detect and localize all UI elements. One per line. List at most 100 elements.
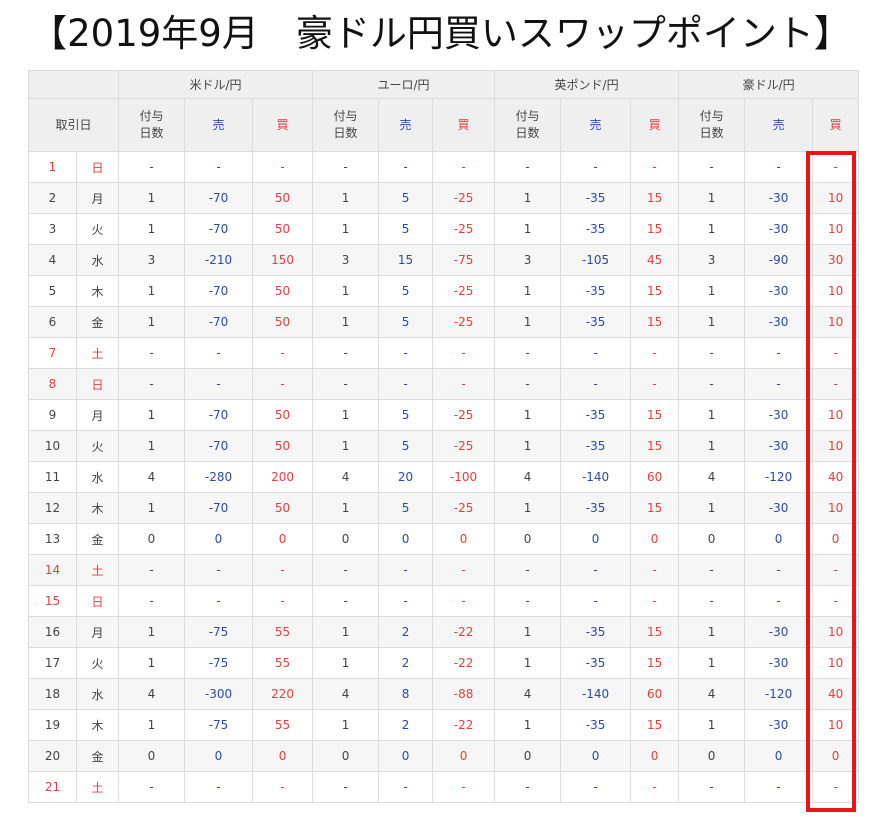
cell-eur-days: 4: [312, 678, 380, 710]
cell-gbp-buy: 15: [630, 709, 680, 741]
cell-aud-days: -: [678, 554, 746, 586]
cell-aud-days: 4: [678, 678, 746, 710]
cell-day: 11: [28, 461, 77, 493]
cell-gbp-days: 0: [494, 740, 562, 772]
cell-usd-sell: -: [184, 368, 253, 400]
cell-usd-days: -: [118, 368, 185, 400]
cell-day: 1: [28, 151, 77, 183]
cell-gbp-sell: -: [560, 585, 632, 617]
cell-gbp-days: 1: [494, 616, 562, 648]
cell-usd-buy: -: [251, 585, 314, 617]
cell-eur-sell: -: [378, 585, 434, 617]
cell-aud-sell: -30: [744, 213, 814, 245]
cell-weekday: 木: [76, 275, 119, 307]
cell-gbp-days: 4: [494, 461, 562, 493]
cell-gbp-buy: -: [630, 771, 680, 803]
cell-eur-sell: 5: [378, 399, 434, 431]
cell-eur-buy: -25: [432, 430, 496, 462]
cell-aud-sell: -30: [744, 399, 814, 431]
cell-eur-sell: 0: [378, 740, 434, 772]
cell-aud-sell: -30: [744, 709, 814, 741]
cell-usd-sell: -280: [184, 461, 253, 493]
cell-aud-buy: -: [812, 771, 860, 803]
cell-aud-sell: -120: [744, 678, 814, 710]
cell-gbp-buy: -: [630, 337, 680, 369]
cell-weekday: 日: [76, 368, 119, 400]
header-eur-buy: 買: [432, 98, 496, 152]
cell-gbp-days: 1: [494, 399, 562, 431]
cell-usd-sell: -: [184, 771, 253, 803]
cell-gbp-buy: 15: [630, 182, 680, 214]
cell-eur-buy: -25: [432, 275, 496, 307]
cell-usd-buy: 150: [251, 244, 314, 276]
cell-usd-days: 1: [118, 182, 185, 214]
cell-usd-sell: -: [184, 554, 253, 586]
cell-usd-days: 1: [118, 492, 185, 524]
cell-eur-sell: -: [378, 554, 434, 586]
cell-aud-buy: 40: [812, 461, 860, 493]
cell-aud-days: -: [678, 368, 746, 400]
cell-usd-days: 0: [118, 523, 185, 555]
cell-gbp-buy: 60: [630, 461, 680, 493]
cell-gbp-days: -: [494, 585, 562, 617]
table-row: 7土------------: [28, 337, 860, 369]
cell-usd-buy: 55: [251, 647, 314, 679]
cell-aud-buy: 10: [812, 616, 860, 648]
cell-gbp-sell: -140: [560, 461, 632, 493]
cell-eur-buy: -75: [432, 244, 496, 276]
cell-eur-days: 0: [312, 740, 380, 772]
cell-usd-sell: -210: [184, 244, 253, 276]
cell-aud-buy: 0: [812, 740, 860, 772]
cell-usd-buy: 50: [251, 399, 314, 431]
cell-day: 20: [28, 740, 77, 772]
cell-gbp-buy: 15: [630, 616, 680, 648]
header-usd-buy: 買: [251, 98, 314, 152]
cell-usd-days: 1: [118, 306, 185, 338]
cell-usd-sell: -75: [184, 647, 253, 679]
table-row: 15 日 - - - - - - - - - - - -: [28, 585, 860, 617]
cell-gbp-days: -: [494, 771, 562, 803]
cell-usd-buy: 50: [251, 430, 314, 462]
cell-gbp-buy: -: [630, 554, 680, 586]
cell-eur-buy: -22: [432, 616, 496, 648]
header-gbp-sell: 売: [560, 98, 632, 152]
cell-day: 9: [28, 399, 77, 431]
cell-eur-buy: -: [432, 585, 496, 617]
table-row: 4 水 3 -210 150 3 15 -75 3 -105 45 3 -90 30: [28, 244, 860, 276]
cell-aud-days: 1: [678, 213, 746, 245]
cell-aud-buy: -: [812, 585, 860, 617]
cell-gbp-buy: 15: [630, 306, 680, 338]
cell-aud-days: 1: [678, 616, 746, 648]
cell-usd-buy: -: [251, 554, 314, 586]
cell-gbp-days: 1: [494, 647, 562, 679]
cell-eur-buy: -: [432, 554, 496, 586]
cell-gbp-days: 1: [494, 430, 562, 462]
cell-eur-buy: -: [432, 337, 496, 369]
cell-aud-sell: -30: [744, 647, 814, 679]
cell-aud-days: 1: [678, 709, 746, 741]
cell-aud-buy: -: [812, 337, 860, 369]
cell-aud-days: 0: [678, 740, 746, 772]
cell-eur-sell: 5: [378, 182, 434, 214]
cell-eur-buy: -100: [432, 461, 496, 493]
header-gbp-buy: 買: [630, 98, 680, 152]
cell-day: 13: [28, 523, 77, 555]
cell-eur-days: 1: [312, 492, 380, 524]
cell-usd-days: 4: [118, 678, 185, 710]
cell-usd-buy: -: [251, 151, 314, 183]
cell-day: 17: [28, 647, 77, 679]
cell-usd-days: -: [118, 337, 185, 369]
header-trade-date: 取引日: [28, 98, 119, 152]
cell-usd-buy: 50: [251, 213, 314, 245]
cell-aud-sell: -: [744, 585, 814, 617]
cell-day: 8: [28, 368, 77, 400]
cell-eur-sell: 0: [378, 523, 434, 555]
header-eur-sell: 売: [378, 98, 434, 152]
cell-eur-sell: 5: [378, 275, 434, 307]
header-currency-aud: 豪ドル/円: [678, 70, 860, 99]
cell-eur-days: 1: [312, 430, 380, 462]
cell-gbp-sell: -35: [560, 492, 632, 524]
cell-gbp-sell: -35: [560, 306, 632, 338]
cell-usd-sell: -75: [184, 616, 253, 648]
cell-aud-buy: -: [812, 554, 860, 586]
